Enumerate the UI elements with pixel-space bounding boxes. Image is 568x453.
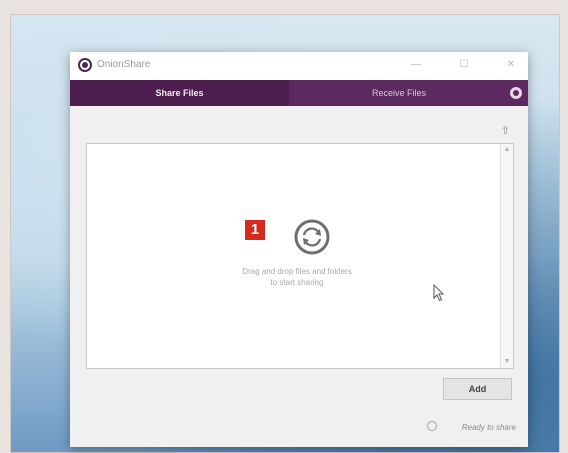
vertical-scrollbar[interactable]: ▲ ▼ [500,144,513,368]
scroll-up-arrow-icon[interactable]: ▲ [501,144,513,156]
drop-instructions-line-1: Drag and drop files and folders [242,267,352,276]
minimize-button[interactable]: — [403,56,429,74]
status-indicator-icon [427,421,437,431]
drop-instructions: Drag and drop files and folders to start… [207,266,387,288]
add-button[interactable]: Add [443,378,512,400]
close-button[interactable]: ✕ [498,56,524,74]
scroll-down-arrow-icon[interactable]: ▼ [501,356,513,368]
mode-tab-bar: Share Files Receive Files [70,80,528,106]
sync-icon [294,219,330,255]
mouse-cursor-icon [433,284,445,302]
tab-receive-files[interactable]: Receive Files [289,80,509,106]
title-bar: OnionShare — ☐ ✕ [70,52,528,80]
window-title: OnionShare [97,59,151,70]
desktop-background: OnionShare — ☐ ✕ Share Files Receive Fil… [10,14,560,453]
onionshare-icon [78,58,92,72]
upload-icon[interactable]: ⇧ [501,124,510,137]
step-number-badge: 1 [245,220,265,240]
maximize-button[interactable]: ☐ [451,56,477,74]
drop-instructions-line-2: to start sharing [270,278,324,287]
onionshare-window: OnionShare — ☐ ✕ Share Files Receive Fil… [70,52,528,447]
gear-icon[interactable] [510,87,522,99]
file-drop-zone[interactable]: 1 Drag and drop files and folders to sta… [86,143,514,369]
tab-share-files[interactable]: Share Files [70,80,289,106]
status-text: Ready to share [461,423,516,432]
